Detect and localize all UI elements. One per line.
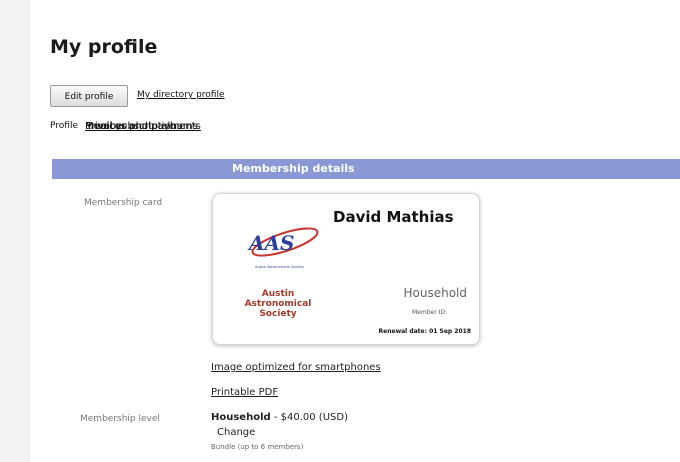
smartphone-image-link[interactable]: Image optimized for smartphones xyxy=(211,362,381,373)
change-level-link[interactable]: Change xyxy=(217,427,255,438)
membership-level-value: Household - $40.00 (USD) xyxy=(211,412,348,423)
directory-profile-link[interactable]: My directory profile xyxy=(137,90,225,100)
section-title: Membership details xyxy=(232,162,355,175)
aas-logo-icon: AAS Austin Astronomical Society xyxy=(247,227,319,269)
printable-pdf-link[interactable]: Printable PDF xyxy=(211,387,278,398)
page-title: My profile xyxy=(50,36,158,58)
level-price: - $40.00 (USD) xyxy=(270,412,348,423)
profile-tabs: Profile Privacy Email subscriptions Memb… xyxy=(50,121,201,132)
tab-profile[interactable]: Profile xyxy=(50,121,78,131)
level-name: Household xyxy=(211,412,271,423)
membership-card: AAS Austin Astronomical Society Austin A… xyxy=(212,193,480,345)
membership-card-label: Membership card xyxy=(84,198,163,208)
profile-page: My profile Edit profile My directory pro… xyxy=(30,0,680,462)
member-number: Member ID: xyxy=(412,309,447,316)
membership-level-label: Membership level xyxy=(80,414,160,424)
card-membership-level: Household xyxy=(403,286,467,300)
logo-subtext: Austin Astronomical Society xyxy=(255,265,304,269)
edit-profile-button[interactable]: Edit profile xyxy=(50,85,128,107)
organization-name: Austin Astronomical Society xyxy=(244,289,312,319)
renewal-date: Renewal date: 01 Sep 2018 xyxy=(378,328,471,335)
level-note: Bundle (up to 6 members) xyxy=(211,443,304,451)
membership-details-header: Membership details xyxy=(52,159,680,179)
logo-text: AAS xyxy=(247,231,294,255)
member-name: David Mathias xyxy=(333,208,454,226)
tab-invoices-payments[interactable]: Invoices and payments xyxy=(85,121,201,132)
